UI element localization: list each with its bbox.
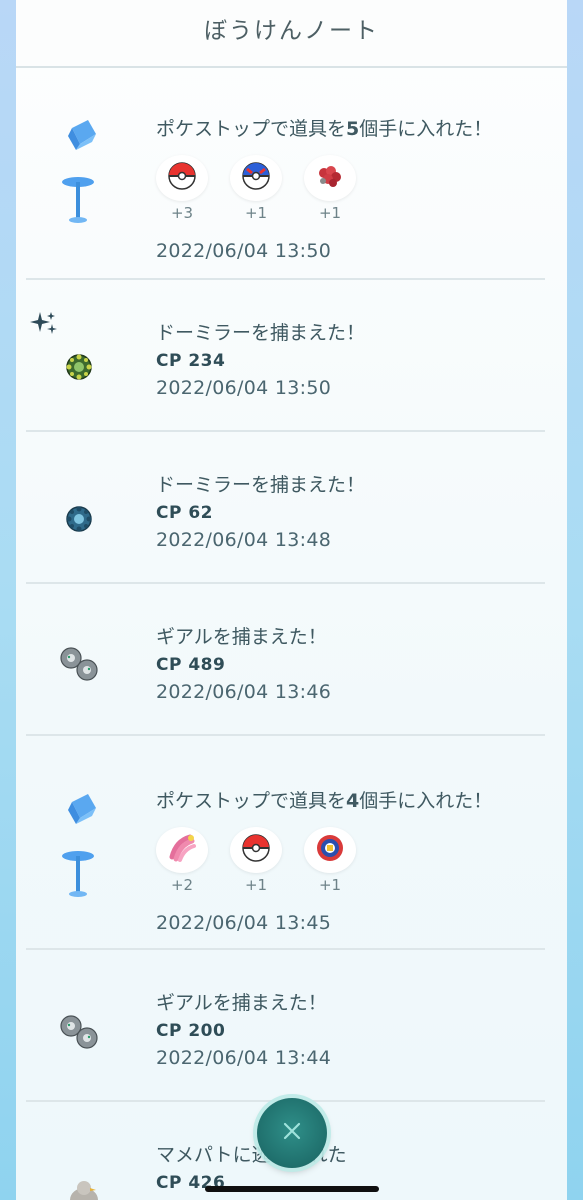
shiny-sparkle-icon — [30, 310, 58, 342]
bronzor-icon — [64, 352, 94, 386]
pokestop-icon — [58, 790, 98, 904]
cp-value: CP 234 — [156, 351, 226, 371]
klink-icon — [56, 1012, 102, 1056]
entry-timestamp: 2022/06/04 13:46 — [156, 681, 332, 703]
gift-icon — [314, 832, 346, 868]
poke-ball-icon — [167, 161, 197, 195]
bronzor-icon — [64, 504, 94, 538]
item-gift: +1 — [304, 827, 356, 894]
poke-ball-icon — [241, 833, 271, 867]
cp-value: CP 489 — [156, 655, 226, 675]
log-entry-catch: ドーミラーを捕まえた！ CP 234 2022/06/04 13:50 — [26, 280, 545, 432]
cp-value: CP 62 — [156, 503, 214, 523]
close-icon — [281, 1120, 303, 1146]
page-title: ぼうけんノート — [204, 18, 379, 44]
entry-message: ポケストップで道具を4個手に入れた！ — [156, 790, 493, 812]
log-entry-catch: ドーミラーを捕まえた！ CP 62 2022/06/04 13:48 — [26, 432, 545, 584]
item-list: +2 +1 +1 — [156, 827, 492, 894]
klink-icon — [56, 644, 102, 688]
header: ぼうけんノート — [16, 0, 567, 68]
great-ball-icon — [241, 161, 271, 195]
entry-message: ドーミラーを捕まえた！ — [156, 322, 366, 344]
item-nanab-berry: +2 — [156, 827, 208, 894]
log-entry-pokestop: ポケストップで道具を5個手に入れた！ +3 +1 +1 2022/06/04 1… — [26, 68, 545, 280]
nanab-berry-icon — [166, 833, 198, 867]
item-great-ball: +1 — [230, 155, 282, 222]
cp-value: CP 200 — [156, 1021, 226, 1041]
pokestop-icon — [58, 116, 98, 230]
item-razz-berry: +1 — [304, 155, 356, 222]
log-entry-catch: ギアルを捕まえた！ CP 489 2022/06/04 13:46 — [26, 584, 545, 736]
close-button[interactable] — [257, 1098, 327, 1168]
entry-timestamp: 2022/06/04 13:50 — [156, 377, 332, 399]
razz-berry-icon — [314, 161, 346, 195]
item-poke-ball: +1 — [230, 827, 282, 894]
item-list: +3 +1 +1 — [156, 155, 492, 222]
item-poke-ball: +3 — [156, 155, 208, 222]
log-entry-catch: ギアルを捕まえた！ CP 200 2022/06/04 13:44 — [26, 950, 545, 1102]
entry-message: ギアルを捕まえた！ — [156, 992, 327, 1014]
home-indicator[interactable] — [205, 1186, 379, 1192]
pidove-icon — [66, 1178, 102, 1200]
log-entry-pokestop: ポケストップで道具を4個手に入れた！ +2 +1 +1 2022/06/04 1… — [26, 736, 545, 950]
entry-timestamp: 2022/06/04 13:50 — [156, 240, 332, 262]
entry-message: ドーミラーを捕まえた！ — [156, 474, 366, 496]
entry-timestamp: 2022/06/04 13:44 — [156, 1047, 332, 1069]
entry-message: ポケストップで道具を5個手に入れた！ — [156, 118, 493, 140]
entry-timestamp: 2022/06/04 13:45 — [156, 912, 332, 934]
entry-message: ギアルを捕まえた！ — [156, 626, 327, 648]
adventure-log-panel: ぼうけんノート ポケストップで道具を5個手に入れた！ +3 +1 +1 2022… — [16, 0, 567, 1200]
entry-timestamp: 2022/06/04 13:48 — [156, 529, 332, 551]
